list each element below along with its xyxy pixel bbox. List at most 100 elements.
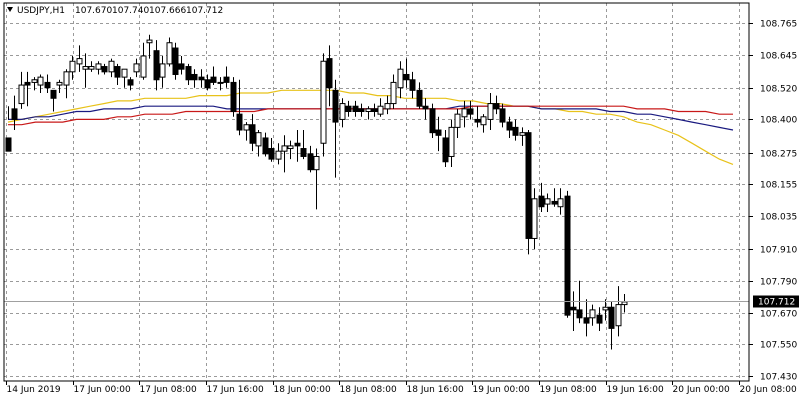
candle-body	[480, 116, 487, 126]
candle-body	[608, 306, 615, 329]
candle-body	[377, 105, 384, 115]
candle-body	[18, 84, 25, 105]
candle-body	[133, 63, 140, 73]
candle-body	[37, 76, 44, 86]
candle-body	[121, 68, 128, 78]
candle-body	[255, 132, 262, 147]
candle-body	[56, 81, 63, 86]
chart-header: USDJPY,H1 107.670 107.740 107.666 107.71…	[7, 6, 223, 16]
candle-body	[576, 309, 583, 319]
candle-body	[589, 309, 596, 319]
candle-body	[358, 108, 365, 113]
y-tick-label: 108.275	[760, 150, 797, 160]
candle-body	[95, 63, 102, 70]
candle-body	[281, 145, 288, 152]
candle-body	[31, 79, 38, 83]
candle-body	[69, 60, 76, 73]
candle-body	[44, 81, 51, 89]
candle-body	[512, 126, 519, 136]
open-value: 107.670	[75, 6, 112, 16]
candle-body	[159, 63, 166, 78]
candle-body	[506, 121, 513, 131]
candle-body	[326, 58, 333, 89]
y-tick-label: 107.550	[760, 341, 797, 351]
candle-body	[76, 58, 83, 65]
candle-body	[615, 304, 622, 327]
candle-body	[345, 105, 352, 113]
y-tick-label: 107.910	[760, 246, 797, 256]
y-tick-label: 108.155	[760, 181, 797, 191]
candle-body	[236, 113, 243, 131]
candle-body	[153, 50, 160, 81]
candle-body	[602, 306, 609, 311]
candle-body	[185, 66, 192, 81]
candle-body	[140, 55, 147, 78]
candle-body	[101, 66, 108, 73]
candle-body	[198, 76, 205, 81]
y-tick-label: 108.035	[760, 213, 797, 223]
x-tick-label: 20 Jun 08:00	[740, 385, 797, 395]
candle-body	[191, 73, 198, 81]
candle-body	[403, 73, 410, 81]
candle-body	[217, 81, 224, 84]
candle-body	[544, 198, 551, 205]
candle-body	[525, 132, 532, 239]
candle-body	[448, 126, 455, 157]
candle-body	[223, 76, 230, 83]
candle-body	[442, 137, 449, 163]
close-value: 107.712	[186, 6, 223, 16]
candle-body	[429, 108, 436, 134]
x-tick-label: 18 Jun 00:00	[274, 385, 331, 395]
x-tick-label: 17 Jun 08:00	[140, 385, 197, 395]
candle-body	[493, 103, 500, 110]
candle-body	[88, 66, 95, 70]
price-chart[interactable]: 107.712 108.765 108.645 108.520 108.400 108.…	[0, 0, 800, 400]
candle-body	[63, 71, 70, 86]
candle-body	[352, 105, 359, 113]
candle-body	[146, 39, 153, 44]
candle-body	[531, 198, 538, 239]
candle-body	[519, 132, 526, 136]
chart-canvas[interactable]: 107.712 108.765 108.645 108.520 108.400 108.…	[0, 0, 800, 400]
candle-body	[230, 81, 237, 113]
x-tick-label: 18 Jun 16:00	[407, 385, 464, 395]
chart-background	[0, 0, 800, 400]
y-tick-label: 108.520	[760, 85, 797, 95]
x-tick-label: 19 Jun 08:00	[540, 385, 597, 395]
candle-body	[307, 153, 314, 171]
current-price-label: 107.712	[758, 298, 795, 308]
candle-body	[499, 108, 506, 123]
candle-body	[564, 195, 571, 316]
candle-body	[474, 118, 481, 123]
candle-body	[243, 124, 250, 131]
candle-body	[435, 129, 442, 136]
symbol-label: USDJPY,H1	[17, 6, 65, 16]
y-tick-label: 107.670	[760, 310, 797, 320]
x-tick-label: 17 Jun 00:00	[74, 385, 131, 395]
candle-body	[11, 108, 18, 120]
high-value: 107.740	[112, 6, 149, 16]
candle-body	[114, 66, 121, 78]
y-tick-label: 108.400	[760, 116, 797, 126]
y-tick-label: 108.645	[760, 52, 797, 62]
y-tick-label: 107.430	[760, 373, 797, 383]
candle-body	[268, 148, 275, 160]
candle-body	[166, 42, 173, 65]
candle-body	[390, 81, 397, 105]
candle-body	[249, 124, 256, 144]
candle-body	[332, 89, 339, 123]
candle-body	[339, 103, 346, 120]
y-tick-label: 108.765	[760, 20, 797, 30]
candle-body	[262, 137, 269, 155]
candle-body	[320, 60, 327, 144]
x-tick-label: 18 Jun 08:00	[340, 385, 397, 395]
candle-body	[24, 81, 31, 86]
candle-body	[127, 79, 134, 86]
candle-body	[50, 89, 57, 99]
candle-body	[300, 148, 307, 157]
candle-body	[275, 150, 282, 160]
candle-body	[538, 195, 545, 208]
candle-body	[5, 137, 12, 152]
x-tick-label: 17 Jun 16:00	[207, 385, 264, 395]
candle-body	[454, 113, 461, 128]
